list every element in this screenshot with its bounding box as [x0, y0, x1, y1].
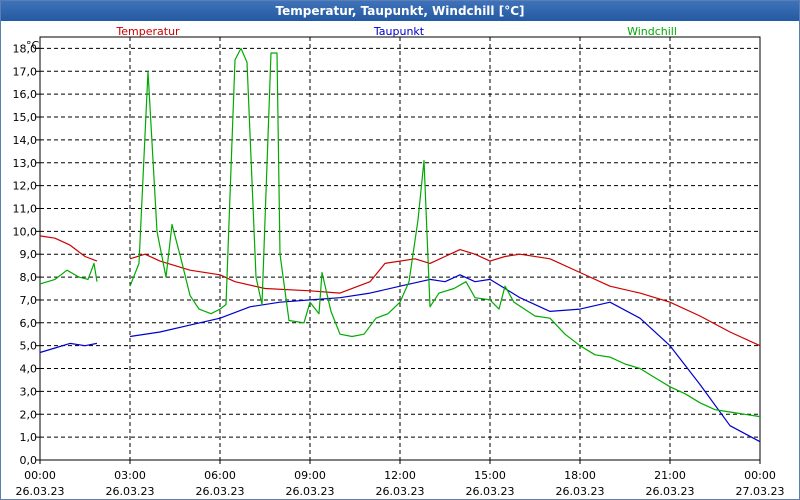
x-tick-time: 09:00	[294, 469, 326, 482]
x-tick-time: 03:00	[114, 469, 146, 482]
x-tick-date: 26.03.23	[286, 485, 335, 498]
legend-temperatur: Temperatur	[115, 25, 180, 38]
x-tick-date: 26.03.23	[646, 485, 695, 498]
x-tick-date: 26.03.23	[556, 485, 605, 498]
legend-taupunkt: Taupunkt	[373, 25, 425, 38]
x-tick-date: 26.03.23	[376, 485, 425, 498]
y-tick-label: 12,0	[13, 180, 38, 193]
x-tick-time: 21:00	[654, 469, 686, 482]
y-tick-label: 9,0	[20, 248, 38, 261]
y-tick-label: 4,0	[20, 363, 38, 376]
y-tick-label: 7,0	[20, 294, 38, 307]
y-tick-label: 11,0	[13, 202, 38, 215]
y-tick-label: 1,0	[20, 431, 38, 444]
grid	[39, 36, 761, 461]
y-tick-label: 0,0	[20, 454, 38, 467]
y-tick-label: 13,0	[13, 157, 38, 170]
y-tick-label: 10,0	[13, 225, 38, 238]
y-unit-label: °C	[26, 39, 40, 52]
x-tick-date: 26.03.23	[106, 485, 155, 498]
x-tick-date: 27.03.23	[736, 485, 785, 498]
x-tick-time: 00:00	[744, 469, 776, 482]
y-tick-label: 3,0	[20, 385, 38, 398]
x-tick-date: 26.03.23	[466, 485, 515, 498]
y-tick-label: 5,0	[20, 340, 38, 353]
y-tick-label: 14,0	[13, 134, 38, 147]
legend: Temperatur Taupunkt Windchill	[115, 25, 677, 38]
x-tick-time: 12:00	[384, 469, 416, 482]
x-tick-date: 26.03.23	[196, 485, 245, 498]
chart-svg: 0,0 1,0 2,0 3,0 4,0 5,0 6,0 7,0 8,0 9,0 10,0 11,0 12…	[13, 25, 785, 498]
y-tick-label: 15,0	[13, 111, 38, 124]
x-tick-time: 00:00	[24, 469, 56, 482]
y-tick-label: 8,0	[20, 271, 38, 284]
y-tick-label: 2,0	[20, 408, 38, 421]
y-tick-label: 16,0	[13, 88, 38, 101]
x-tick-date: 26.03.23	[16, 485, 65, 498]
y-tick-label: 6,0	[20, 317, 38, 330]
x-tick-time: 18:00	[564, 469, 596, 482]
y-tick-label: 17,0	[13, 65, 38, 78]
legend-windchill: Windchill	[627, 25, 677, 38]
x-tick-time: 06:00	[204, 469, 236, 482]
x-tick-time: 15:00	[474, 469, 506, 482]
